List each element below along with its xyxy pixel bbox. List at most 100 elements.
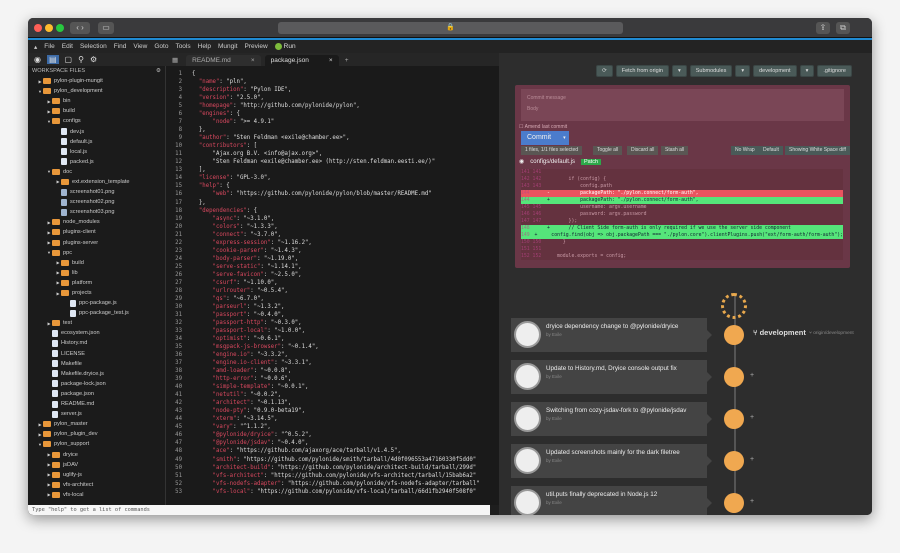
commit-card[interactable]: dryice dependency change to @pylonide/dr… bbox=[511, 318, 712, 352]
commit-button[interactable]: Commit ▾ bbox=[521, 131, 569, 145]
tree-node[interactable]: screenshot02.png bbox=[28, 197, 165, 207]
menu-preview[interactable]: Preview bbox=[245, 43, 268, 50]
tree-node[interactable]: package.json bbox=[28, 389, 165, 399]
tab-package-json[interactable]: package.json × bbox=[264, 55, 339, 66]
tree-node[interactable]: History.md bbox=[28, 338, 165, 348]
menu-view[interactable]: View bbox=[133, 43, 147, 50]
tree-node[interactable]: dev.js bbox=[28, 126, 165, 136]
chevron-down-icon[interactable]: ▾ bbox=[563, 135, 566, 141]
tree-node[interactable]: ppc-package_test.js bbox=[28, 308, 165, 318]
tree-node[interactable]: LICENSE bbox=[28, 349, 165, 359]
tree-node[interactable]: ▼ pylon_development bbox=[28, 86, 165, 96]
workspace-icon[interactable]: ◉ bbox=[34, 55, 41, 64]
toggle-all-button[interactable]: Toggle all bbox=[593, 146, 623, 155]
new-tab-icon[interactable]: + bbox=[345, 57, 349, 64]
tree-node[interactable]: Makefile.dryice.js bbox=[28, 369, 165, 379]
tree-node[interactable]: ▼ pylon_support bbox=[28, 439, 165, 449]
gitignore-button[interactable]: .gitignore bbox=[817, 65, 852, 77]
menu-help[interactable]: Help bbox=[198, 43, 211, 50]
tree-node[interactable]: ▶ build bbox=[28, 258, 165, 268]
whitespace-diff-button[interactable]: Showing White Space diff bbox=[785, 146, 850, 155]
close-tab-icon[interactable]: × bbox=[251, 57, 255, 64]
tree-node[interactable]: ▶ bin bbox=[28, 96, 165, 106]
tree-node[interactable]: ▶ build bbox=[28, 106, 165, 116]
back-forward-buttons[interactable]: ‹ › bbox=[70, 22, 90, 34]
commit-node[interactable] bbox=[724, 409, 744, 429]
commit-card[interactable]: Switching from cozy-jsdav-fork to @pylon… bbox=[511, 402, 712, 436]
commit-message-input[interactable]: Commit message Body bbox=[521, 89, 844, 121]
tree-node[interactable]: ▶ projects bbox=[28, 288, 165, 298]
tree-settings-gear-icon[interactable]: ⚙ bbox=[156, 68, 161, 74]
tree-node[interactable]: ▶ jsDAV bbox=[28, 460, 165, 470]
tree-node[interactable]: Makefile bbox=[28, 359, 165, 369]
tree-node[interactable]: ▶ plugins-client bbox=[28, 227, 165, 237]
run-person-icon[interactable]: ⚲ bbox=[78, 55, 84, 64]
chevron-down-icon[interactable]: ▾ bbox=[671, 65, 687, 77]
expand-commit-icon[interactable]: + bbox=[750, 372, 754, 379]
tree-node[interactable]: ▶ vfs-architect bbox=[28, 480, 165, 490]
branch-label[interactable]: ⑂ development bbox=[753, 328, 806, 337]
menu-edit[interactable]: Edit bbox=[62, 43, 73, 50]
stash-all-button[interactable]: Stash all bbox=[661, 146, 689, 155]
tree-node[interactable]: ▶ pylon_plugin_dev bbox=[28, 429, 165, 439]
discard-all-button[interactable]: Discard all bbox=[627, 146, 659, 155]
sidebar-toggle-icon[interactable]: ▭ bbox=[98, 22, 114, 34]
tab-readme-md[interactable]: README.md × bbox=[186, 55, 261, 66]
tree-node[interactable]: ppc-package.js bbox=[28, 298, 165, 308]
menu-goto[interactable]: Goto bbox=[154, 43, 168, 50]
tree-node[interactable]: ecosystem.json bbox=[28, 328, 165, 338]
working-tree-node[interactable] bbox=[721, 293, 747, 319]
menu-mungit[interactable]: Mungit bbox=[218, 43, 238, 50]
refresh-icon[interactable]: ⟳ bbox=[596, 65, 613, 77]
tree-node[interactable]: default.js bbox=[28, 137, 165, 147]
menu-tools[interactable]: Tools bbox=[175, 43, 190, 50]
expand-commit-icon[interactable]: + bbox=[750, 456, 754, 463]
tree-node[interactable]: ▶ node_modules bbox=[28, 217, 165, 227]
tree-node[interactable]: README.md bbox=[28, 399, 165, 409]
tree-node[interactable]: server.js bbox=[28, 409, 165, 419]
chevron-down-icon[interactable]: ▾ bbox=[735, 65, 751, 77]
minimize-window-button[interactable] bbox=[45, 24, 53, 32]
settings-gear-icon[interactable]: ⚙ bbox=[90, 55, 97, 64]
close-tab-icon[interactable]: × bbox=[329, 57, 333, 64]
tree-node[interactable]: ▶ pylon_master bbox=[28, 419, 165, 429]
commit-card[interactable]: Updated screenshots mainly for the dark … bbox=[511, 444, 712, 478]
expand-commit-icon[interactable]: + bbox=[750, 414, 754, 421]
tabs-icon[interactable]: ⧉ bbox=[836, 22, 850, 34]
tree-node[interactable]: ▶ test bbox=[28, 318, 165, 328]
open-files-icon[interactable]: ▢ bbox=[65, 55, 73, 64]
share-icon[interactable]: ⇪ bbox=[816, 22, 830, 34]
tree-node[interactable]: ▶ lib bbox=[28, 268, 165, 278]
address-bar[interactable]: 🔒 bbox=[278, 22, 623, 34]
tree-node[interactable]: ▶ uglify-js bbox=[28, 470, 165, 480]
amend-checkbox[interactable]: ☐ Amend last commit bbox=[519, 124, 567, 130]
command-input[interactable]: Type "help" to get a list of commands bbox=[28, 505, 490, 515]
code-editor[interactable]: 1{2 "name": "pln", 3 "description": "Pylo… bbox=[166, 66, 499, 505]
tree-node[interactable]: ▶ platform bbox=[28, 278, 165, 288]
run-button[interactable]: Run bbox=[274, 42, 296, 50]
tree-node[interactable]: ▼ doc bbox=[28, 167, 165, 177]
tree-node[interactable]: ▶ plugins-server bbox=[28, 238, 165, 248]
remote-branch-label[interactable]: ⑂ origin/development bbox=[809, 330, 854, 336]
branch-select[interactable]: development bbox=[753, 65, 797, 77]
fetch-button[interactable]: Fetch from origin bbox=[615, 65, 669, 77]
tree-node[interactable]: local.js bbox=[28, 147, 165, 157]
commit-card[interactable]: Update to History.md, Dryice console out… bbox=[511, 360, 712, 394]
diff-file-name[interactable]: configs/default.js bbox=[530, 159, 575, 165]
chevron-down-icon[interactable]: ▾ bbox=[799, 65, 815, 77]
commit-card[interactable]: util.puts finally deprecated in Node.js … bbox=[511, 486, 712, 515]
tab-menu-icon[interactable]: ▦ bbox=[172, 56, 178, 64]
tree-node[interactable]: packed.js bbox=[28, 157, 165, 167]
tree-node[interactable]: ▶ vfs-local bbox=[28, 490, 165, 500]
commit-node[interactable] bbox=[724, 451, 744, 471]
tree-node[interactable]: ▼ ppc bbox=[28, 248, 165, 258]
menu-find[interactable]: Find bbox=[114, 43, 127, 50]
menu-file[interactable]: File bbox=[44, 43, 54, 50]
tree-node[interactable]: ▶ ext.extension_template bbox=[28, 177, 165, 187]
zoom-window-button[interactable] bbox=[56, 24, 64, 32]
close-window-button[interactable] bbox=[34, 24, 42, 32]
commit-node[interactable] bbox=[724, 367, 744, 387]
commit-node[interactable] bbox=[724, 325, 744, 345]
patch-button[interactable]: Patch bbox=[580, 158, 602, 165]
default-button[interactable]: Default bbox=[759, 146, 783, 155]
